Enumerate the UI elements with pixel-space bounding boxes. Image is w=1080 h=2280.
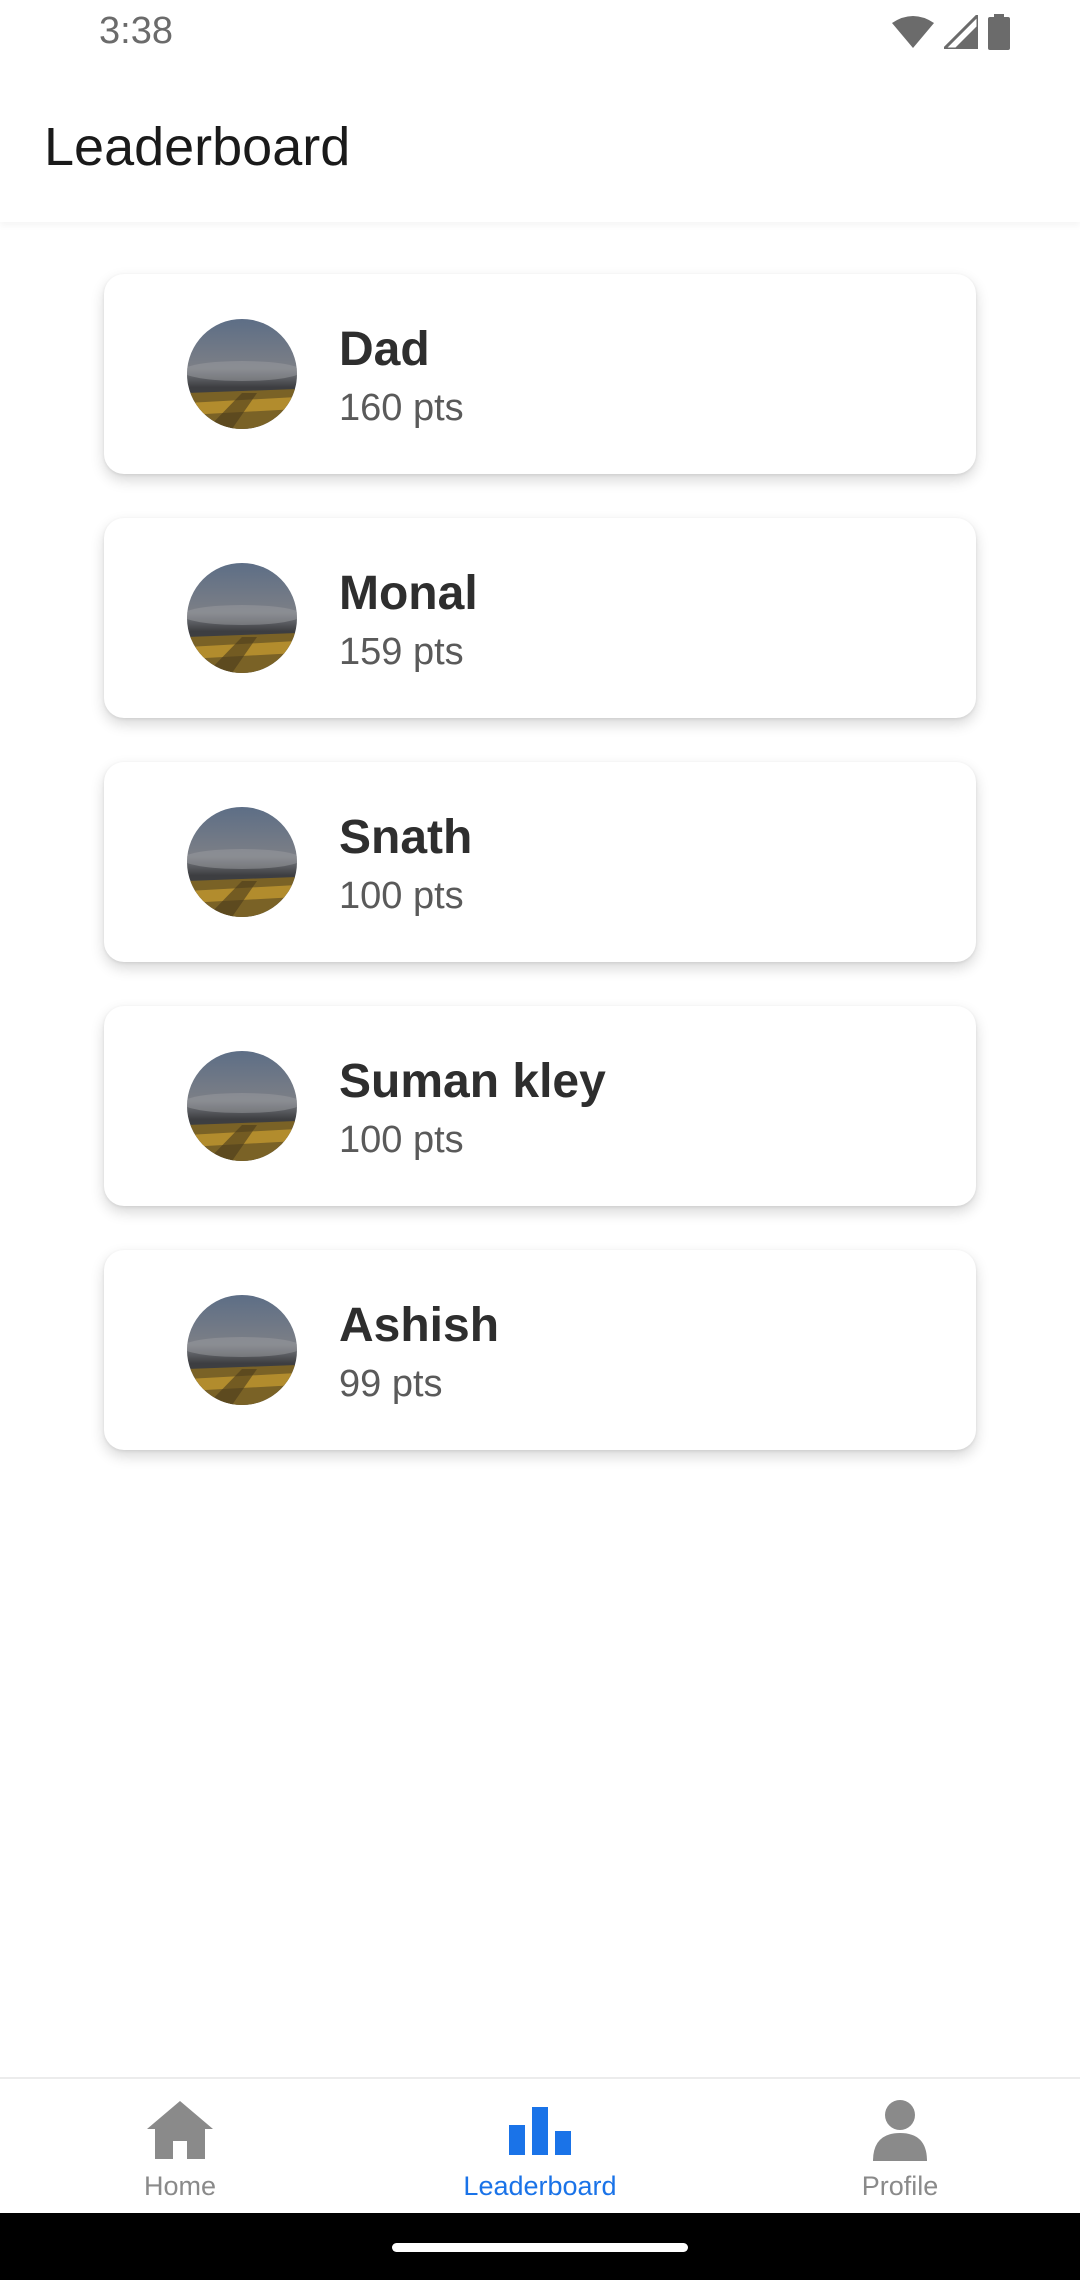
player-name: Snath <box>339 811 473 864</box>
person-icon <box>873 2100 927 2161</box>
player-name: Suman kley <box>339 1055 606 1108</box>
status-time: 3:38 <box>99 10 173 52</box>
app-header: Leaderboard <box>0 66 1080 222</box>
avatar <box>187 1051 297 1161</box>
leaderboard-card[interactable]: Monal 159 pts <box>104 518 976 718</box>
player-points: 99 pts <box>339 1363 443 1405</box>
home-gesture-handle[interactable] <box>392 2243 688 2252</box>
nav-label-leaderboard: Leaderboard <box>463 2171 617 2201</box>
nav-label-home: Home <box>143 2171 217 2201</box>
nav-label-profile: Profile <box>861 2171 939 2201</box>
bar-chart-icon <box>509 2107 571 2155</box>
avatar <box>187 807 297 917</box>
player-name: Dad <box>339 323 430 376</box>
cell-signal-icon <box>944 15 978 49</box>
player-points: 100 pts <box>339 1119 464 1161</box>
leaderboard-card[interactable]: Suman kley 100 pts <box>104 1006 976 1206</box>
nav-item-profile[interactable]: Profile <box>720 2079 1080 2215</box>
battery-icon <box>988 14 1010 50</box>
leaderboard-list: Dad 160 pts Monal 159 pts Snath 100 pts … <box>104 274 976 1494</box>
home-icon <box>147 2101 213 2159</box>
leaderboard-card[interactable]: Snath 100 pts <box>104 762 976 962</box>
avatar <box>187 1295 297 1405</box>
player-points: 100 pts <box>339 875 464 917</box>
nav-item-leaderboard[interactable]: Leaderboard <box>360 2079 720 2215</box>
leaderboard-card[interactable]: Ashish 99 pts <box>104 1250 976 1450</box>
player-name: Ashish <box>339 1299 500 1352</box>
status-icons <box>892 14 1010 50</box>
avatar <box>187 319 297 429</box>
nav-item-home[interactable]: Home <box>0 2079 360 2215</box>
status-bar: 3:38 <box>0 0 1080 66</box>
avatar <box>187 563 297 673</box>
leaderboard-card[interactable]: Dad 160 pts <box>104 274 976 474</box>
player-points: 159 pts <box>339 631 464 673</box>
player-points: 160 pts <box>339 387 464 429</box>
system-navigation-bar <box>0 2213 1080 2280</box>
page-title: Leaderboard <box>44 117 351 177</box>
bottom-nav: Home Leaderboard Profile <box>0 2077 1080 2215</box>
player-name: Monal <box>339 567 478 620</box>
wifi-icon <box>892 16 934 48</box>
